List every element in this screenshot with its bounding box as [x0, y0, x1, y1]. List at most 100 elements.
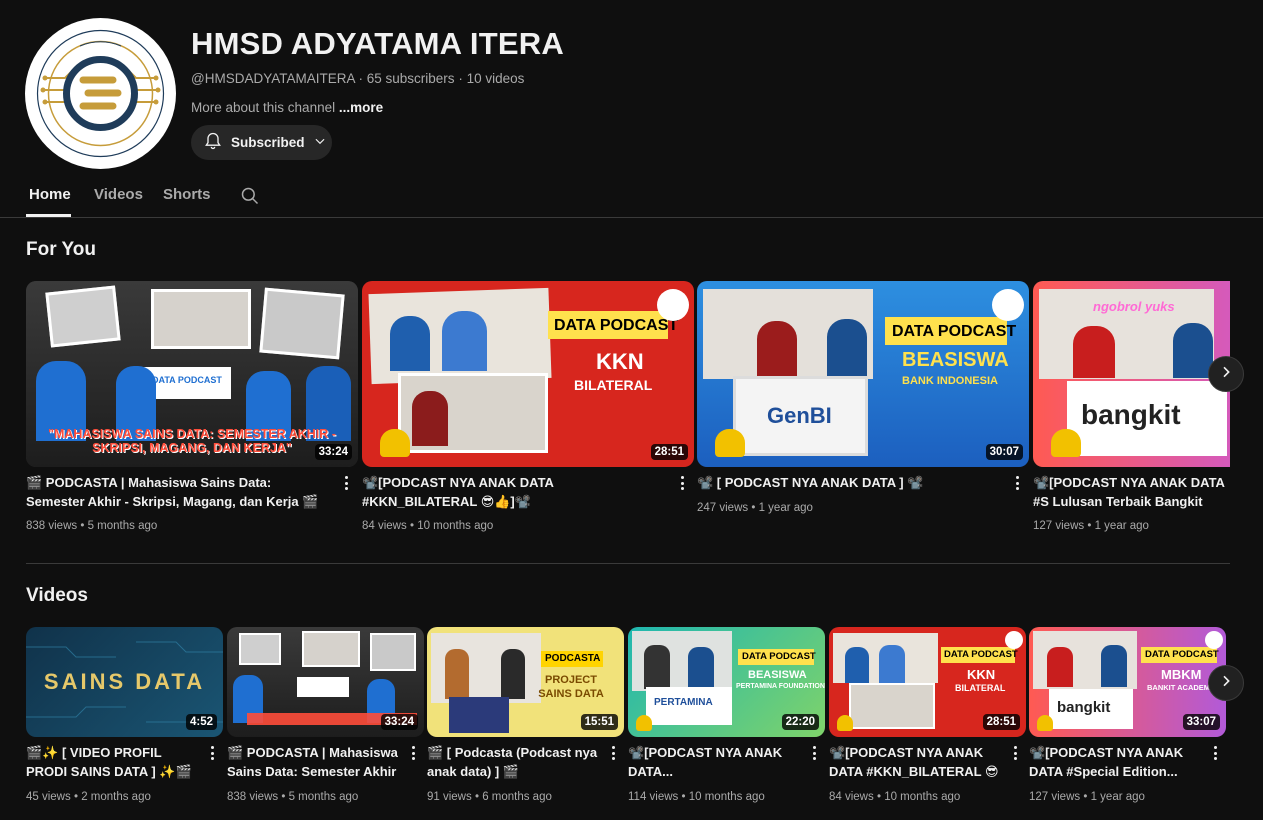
video-thumbnail[interactable]: DATA PODCAST KKN BILATERAL 28:51	[362, 281, 694, 467]
meta-separator: •	[681, 791, 689, 803]
video-duration: 4:52	[185, 714, 217, 730]
video-title[interactable]: 🎬✨ [ VIDEO PROFIL PRODI SAINS DATA ] ✨🎬	[26, 743, 206, 781]
more-options-icon[interactable]	[808, 745, 820, 761]
video-thumbnail[interactable]: PERTAMINA DATA PODCAST BEASISWA PERTAMIN…	[628, 627, 825, 737]
view-count: 91 views	[427, 791, 472, 803]
more-link[interactable]: ...more	[339, 100, 383, 115]
video-card[interactable]: GenBI DATA PODCAST BEASISWA BANK INDONES…	[697, 281, 1029, 541]
video-thumbnail[interactable]: 33:24	[227, 627, 424, 737]
upload-age: 5 months ago	[87, 520, 158, 532]
upload-age: 1 year ago	[1090, 791, 1145, 803]
upload-age: 10 months ago	[884, 791, 961, 803]
tab-home[interactable]: Home	[29, 186, 71, 203]
search-icon[interactable]	[240, 186, 259, 205]
view-count: 114 views	[628, 791, 679, 803]
next-arrow-button[interactable]	[1208, 356, 1244, 392]
video-title[interactable]: 🎬 [ Podcasta (Podcast nya anak data) ] 🎬	[427, 743, 607, 781]
video-card[interactable]: ngobrol yuks bangkit 📽️[PODCAST NYA ANAK…	[1033, 281, 1230, 541]
chevron-down-icon	[313, 134, 327, 151]
video-meta: 91 views • 6 months ago	[427, 791, 552, 803]
channel-name: HMSD ADYATAMA ITERA	[191, 26, 564, 61]
video-card[interactable]: DATA PODCAST KKN BILATERAL 28:51 📽️[PODC…	[362, 281, 694, 541]
more-options-icon[interactable]	[340, 475, 352, 491]
video-title[interactable]: 📽️[PODCAST NYA ANAK DATA #KKN_BILATERAL …	[362, 473, 668, 511]
video-title[interactable]: 📽️ [ PODCAST NYA ANAK DATA ] 📽️	[697, 473, 1003, 493]
video-title[interactable]: 🎬 PODCASTA | Mahasiswa Sains Data: Semes…	[227, 743, 407, 781]
video-card[interactable]: bangkit DATA PODCAST MBKM BANKIT ACADEMY…	[1029, 627, 1226, 812]
video-duration: 30:07	[985, 444, 1023, 460]
bell-icon	[1051, 429, 1081, 457]
thumbnail-text: SAINS DATA	[43, 669, 206, 694]
channel-tabs: Home Videos Shorts	[0, 178, 1263, 218]
thumbnail-heading: DATA PODCAST	[1145, 649, 1219, 660]
video-title[interactable]: 📽️[PODCAST NYA ANAK DATA #KKN_BILATERAL …	[829, 743, 1009, 781]
video-thumbnail[interactable]: ngobrol yuks bangkit	[1033, 281, 1230, 467]
thumbnail-main-text: MBKM	[1161, 667, 1202, 682]
video-thumbnail[interactable]: PODCASTA PROJECT SAINS DATA 15:51	[427, 627, 624, 737]
thumbnail-main-text: PROJECT SAINS DATA	[538, 674, 604, 700]
thumbnail-sub-text: PERTAMINA FOUNDATION	[736, 683, 825, 690]
about-channel-link[interactable]: More about this channel ...more	[191, 100, 383, 115]
video-title[interactable]: 📽️[PODCAST NYA ANAK DATA #Special Editio…	[1029, 743, 1209, 781]
video-card[interactable]: PODCASTA PROJECT SAINS DATA 15:51 🎬 [ Po…	[427, 627, 624, 812]
video-card[interactable]: SAINS DATA 4:52 🎬✨ [ VIDEO PROFIL PRODI …	[26, 627, 223, 812]
section-title-videos[interactable]: Videos	[26, 585, 88, 607]
upload-age: 6 months ago	[482, 791, 552, 803]
more-options-icon[interactable]	[1011, 475, 1023, 491]
video-duration: 33:07	[1182, 714, 1220, 730]
thumbnail-label: DATA PODCAST	[152, 375, 222, 385]
thumbnail-heading: DATA PODCAST	[892, 323, 1017, 340]
next-arrow-button[interactable]	[1208, 665, 1244, 701]
thumbnail-heading: DATA PODCAST	[742, 651, 816, 662]
more-options-icon[interactable]	[607, 745, 619, 761]
chevron-right-icon	[1218, 364, 1234, 385]
channel-header: HMSD ADYATAMA ITERA @HMSDADYATAMAITERA ·…	[0, 0, 1263, 175]
thumbnail-sub-text: BILATERAL	[955, 683, 1006, 693]
thumbnail-logo: bangkit	[1057, 699, 1111, 716]
video-title[interactable]: 🎬 PODCASTA | Mahasiswa Sains Data: Semes…	[26, 473, 332, 511]
more-options-icon[interactable]	[1009, 745, 1021, 761]
tab-shorts[interactable]: Shorts	[163, 186, 211, 203]
video-thumbnail[interactable]: DATA PODCAST KKN BILATERAL 28:51	[829, 627, 1026, 737]
view-count: 84 views	[829, 791, 874, 803]
view-count: 838 views	[26, 520, 78, 532]
subscribed-button[interactable]: Subscribed	[191, 125, 332, 160]
thumbnail-logo: bangkit	[1081, 399, 1181, 430]
video-card[interactable]: 33:24 🎬 PODCASTA | Mahasiswa Sains Data:…	[227, 627, 424, 812]
video-thumbnail[interactable]: DATA PODCAST "MAHASISWA SAINS DATA: SEME…	[26, 281, 358, 467]
more-options-icon[interactable]	[1209, 745, 1221, 761]
chevron-right-icon	[1218, 673, 1234, 694]
about-text: More about this channel	[191, 100, 336, 115]
video-title[interactable]: 📽️[PODCAST NYA ANAK DATA...	[628, 743, 808, 781]
video-count: 10 videos	[466, 71, 525, 86]
meta-separator: •	[1083, 791, 1091, 803]
video-thumbnail[interactable]: bangkit DATA PODCAST MBKM BANKIT ACADEMY…	[1029, 627, 1226, 737]
thumbnail-main-text: BEASISWA	[748, 669, 807, 681]
channel-meta: @HMSDADYATAMAITERA · 65 subscribers · 10…	[191, 71, 524, 86]
video-meta: 247 views • 1 year ago	[697, 502, 813, 514]
video-duration: 22:20	[781, 714, 819, 730]
bell-icon	[203, 131, 223, 154]
view-count: 247 views	[697, 502, 749, 514]
meta-separator: ·	[458, 71, 467, 86]
channel-avatar[interactable]	[25, 18, 176, 169]
bell-icon	[636, 715, 652, 731]
video-title[interactable]: 📽️[PODCAST NYA ANAK DATA #S Lulusan Terb…	[1033, 473, 1230, 511]
video-thumbnail[interactable]: SAINS DATA 4:52	[26, 627, 223, 737]
view-count: 838 views	[227, 791, 279, 803]
video-card[interactable]: DATA PODCAST "MAHASISWA SAINS DATA: SEME…	[26, 281, 358, 541]
more-options-icon[interactable]	[206, 745, 218, 761]
tab-videos[interactable]: Videos	[94, 186, 143, 203]
more-options-icon[interactable]	[676, 475, 688, 491]
video-thumbnail[interactable]: GenBI DATA PODCAST BEASISWA BANK INDONES…	[697, 281, 1029, 467]
view-count: 45 views	[26, 791, 71, 803]
bell-icon	[837, 715, 853, 731]
more-options-icon[interactable]	[407, 745, 419, 761]
video-duration: 28:51	[650, 444, 688, 460]
video-card[interactable]: DATA PODCAST KKN BILATERAL 28:51 📽️[PODC…	[829, 627, 1026, 812]
upload-age: 1 year ago	[758, 502, 813, 514]
meta-separator: •	[80, 520, 88, 532]
video-meta: 84 views • 10 months ago	[829, 791, 960, 803]
video-card[interactable]: PERTAMINA DATA PODCAST BEASISWA PERTAMIN…	[628, 627, 825, 812]
thumbnail-neon-text: ngobrol yuks	[1093, 299, 1175, 314]
